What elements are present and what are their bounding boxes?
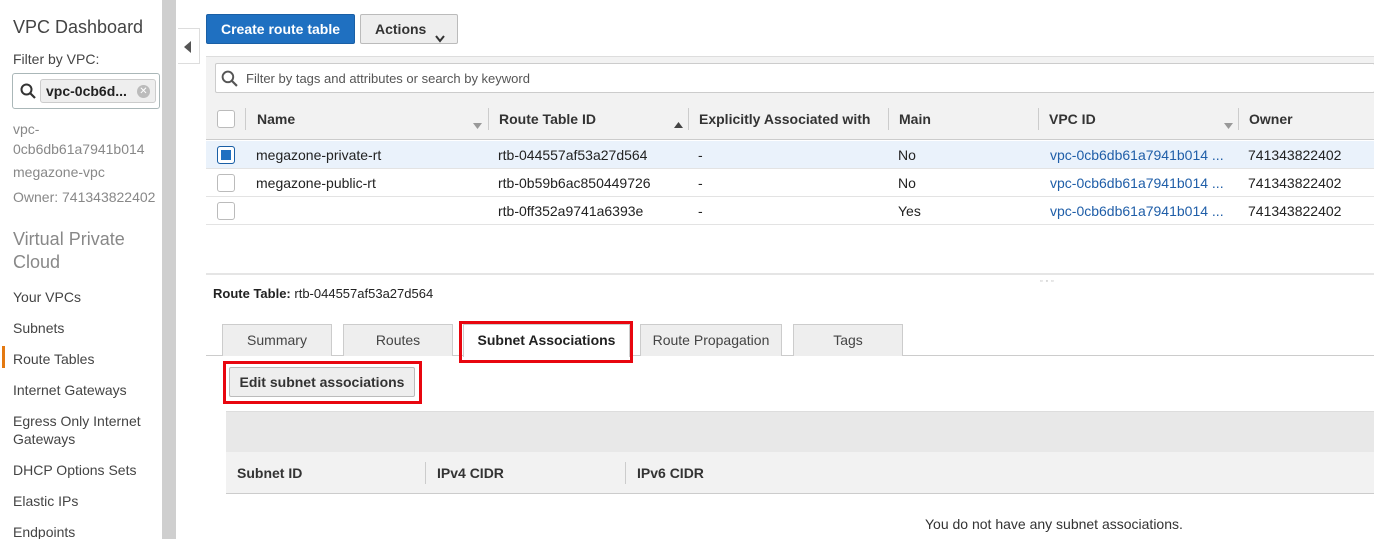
search-bar: Filter by tags and attributes or search … [206, 56, 1374, 98]
highlight-annotation [459, 321, 633, 363]
column-divider [688, 108, 689, 130]
sort-ascending-icon[interactable] [674, 115, 683, 131]
sidebar-item-route-tables[interactable]: Route Tables [13, 350, 153, 368]
collapse-sidebar-button[interactable] [178, 28, 200, 64]
search-placeholder: Filter by tags and attributes or search … [246, 71, 530, 86]
drag-handle-icon[interactable]: ▫▫▫ [1040, 278, 1056, 285]
sidebar-scrollbar-track[interactable] [162, 0, 176, 539]
chevron-down-icon [435, 24, 445, 52]
cell-owner: 741343822402 [1248, 203, 1342, 219]
column-header-owner[interactable]: Owner [1249, 98, 1293, 140]
column-divider [625, 462, 626, 484]
cell-vpc-id-link[interactable]: vpc-0cb6db61a7941b014 ... [1050, 169, 1224, 197]
sidebar: VPC Dashboard Filter by VPC: vpc-0cb6d..… [0, 0, 162, 539]
cell-explicit: - [698, 147, 703, 163]
panel-splitter[interactable] [206, 273, 1374, 275]
tab-tags[interactable]: Tags [793, 324, 903, 356]
column-divider [1238, 108, 1239, 130]
highlight-annotation [223, 361, 422, 404]
sidebar-title[interactable]: VPC Dashboard [13, 17, 143, 38]
search-input[interactable]: Filter by tags and attributes or search … [215, 63, 1374, 93]
vpc-id-line1: vpc- [13, 121, 40, 137]
vpc-id-text: vpc- 0cb6db61a7941b014 [13, 120, 145, 158]
actions-label: Actions [375, 21, 427, 37]
search-icon [20, 83, 36, 102]
cell-route-table-id: rtb-0ff352a9741a6393e [498, 203, 644, 219]
tab-summary[interactable]: Summary [222, 324, 332, 356]
column-divider [245, 108, 246, 130]
column-header-vpc-id[interactable]: VPC ID [1049, 98, 1096, 140]
sidebar-item-egress-only-internet-gateways[interactable]: Egress Only Internet Gateways [13, 412, 153, 448]
vpc-filter-chip-label: vpc-0cb6d... [46, 83, 127, 99]
vpc-filter-chip: vpc-0cb6d... ✕ [40, 79, 156, 103]
column-divider [425, 462, 426, 484]
sidebar-section-title: Virtual Private Cloud [13, 229, 125, 272]
filter-by-vpc-label: Filter by VPC: [13, 51, 100, 67]
column-header-main[interactable]: Main [899, 98, 931, 140]
vpc-name-text: megazone-vpc [13, 164, 105, 180]
cell-name: megazone-private-rt [256, 147, 382, 163]
clear-filter-icon[interactable]: ✕ [137, 85, 150, 98]
route-table-value: rtb-044557af53a27d564 [294, 286, 434, 301]
cell-vpc-id-link[interactable]: vpc-0cb6db61a7941b014 ... [1050, 141, 1224, 169]
vpc-id-line2: 0cb6db61a7941b014 [13, 141, 145, 157]
column-header-subnet-id[interactable]: Subnet ID [237, 452, 302, 494]
sidebar-scrollbar[interactable] [162, 0, 176, 539]
sidebar-item-dhcp-options-sets[interactable]: DHCP Options Sets [13, 461, 153, 479]
cell-owner: 741343822402 [1248, 175, 1342, 191]
cell-vpc-id-link[interactable]: vpc-0cb6db61a7941b014 ... [1050, 197, 1224, 225]
column-header-ipv6-cidr[interactable]: IPv6 CIDR [637, 452, 704, 494]
cell-main: Yes [898, 203, 921, 219]
column-filter-icon[interactable] [1224, 116, 1233, 132]
sidebar-item-subnets[interactable]: Subnets [13, 319, 153, 337]
chevron-left-icon [184, 40, 192, 56]
route-table-label: Route Table: [213, 286, 291, 301]
cell-main: No [898, 175, 916, 191]
column-divider [888, 108, 889, 130]
column-filter-icon[interactable] [473, 116, 482, 132]
column-header-name[interactable]: Name [257, 98, 295, 140]
cell-owner: 741343822402 [1248, 147, 1342, 163]
row-checkbox[interactable] [217, 202, 235, 220]
vpc-filter-select[interactable]: vpc-0cb6d... ✕ [12, 73, 160, 109]
active-nav-indicator [2, 346, 5, 368]
tab-route-propagation[interactable]: Route Propagation [640, 324, 782, 356]
vpc-owner-text: Owner: 741343822402 [13, 189, 156, 205]
sidebar-item-elastic-ips[interactable]: Elastic IPs [13, 492, 153, 510]
column-header-route-table-id[interactable]: Route Table ID [499, 98, 596, 140]
cell-route-table-id: rtb-044557af53a27d564 [498, 147, 648, 163]
cell-explicit: - [698, 175, 703, 191]
select-all-checkbox[interactable] [217, 110, 235, 128]
create-route-table-button[interactable]: Create route table [206, 14, 355, 44]
search-icon [221, 70, 238, 90]
cell-explicit: - [698, 203, 703, 219]
sidebar-item-internet-gateways[interactable]: Internet Gateways [13, 381, 153, 399]
column-header-explicitly-associated[interactable]: Explicitly Associated with [699, 98, 870, 140]
column-header-ipv4-cidr[interactable]: IPv4 CIDR [437, 452, 504, 494]
cell-name: megazone-public-rt [256, 175, 376, 191]
row-checkbox[interactable] [217, 174, 235, 192]
table-row[interactable]: megazone-private-rt rtb-044557af53a27d56… [206, 141, 1374, 169]
sidebar-item-endpoints[interactable]: Endpoints [13, 523, 153, 539]
table-row[interactable]: rtb-0ff352a9741a6393e - Yes vpc-0cb6db61… [206, 197, 1374, 225]
tab-routes[interactable]: Routes [343, 324, 453, 356]
table-row[interactable]: megazone-public-rt rtb-0b59b6ac850449726… [206, 169, 1374, 197]
subnet-table-toolbar [226, 411, 1374, 452]
cell-main: No [898, 147, 916, 163]
cell-route-table-id: rtb-0b59b6ac850449726 [498, 175, 651, 191]
row-checkbox[interactable] [217, 146, 235, 164]
sidebar-item-your-vpcs[interactable]: Your VPCs [13, 288, 153, 306]
subnet-table-header: Subnet ID IPv4 CIDR IPv6 CIDR [226, 452, 1374, 494]
table-header: Name Route Table ID Explicitly Associate… [206, 98, 1374, 140]
column-divider [1038, 108, 1039, 130]
actions-dropdown-button[interactable]: Actions [360, 14, 458, 44]
route-table-detail-label: Route Table: rtb-044557af53a27d564 [213, 286, 433, 301]
empty-state-message: You do not have any subnet associations. [925, 516, 1183, 532]
column-divider [488, 108, 489, 130]
